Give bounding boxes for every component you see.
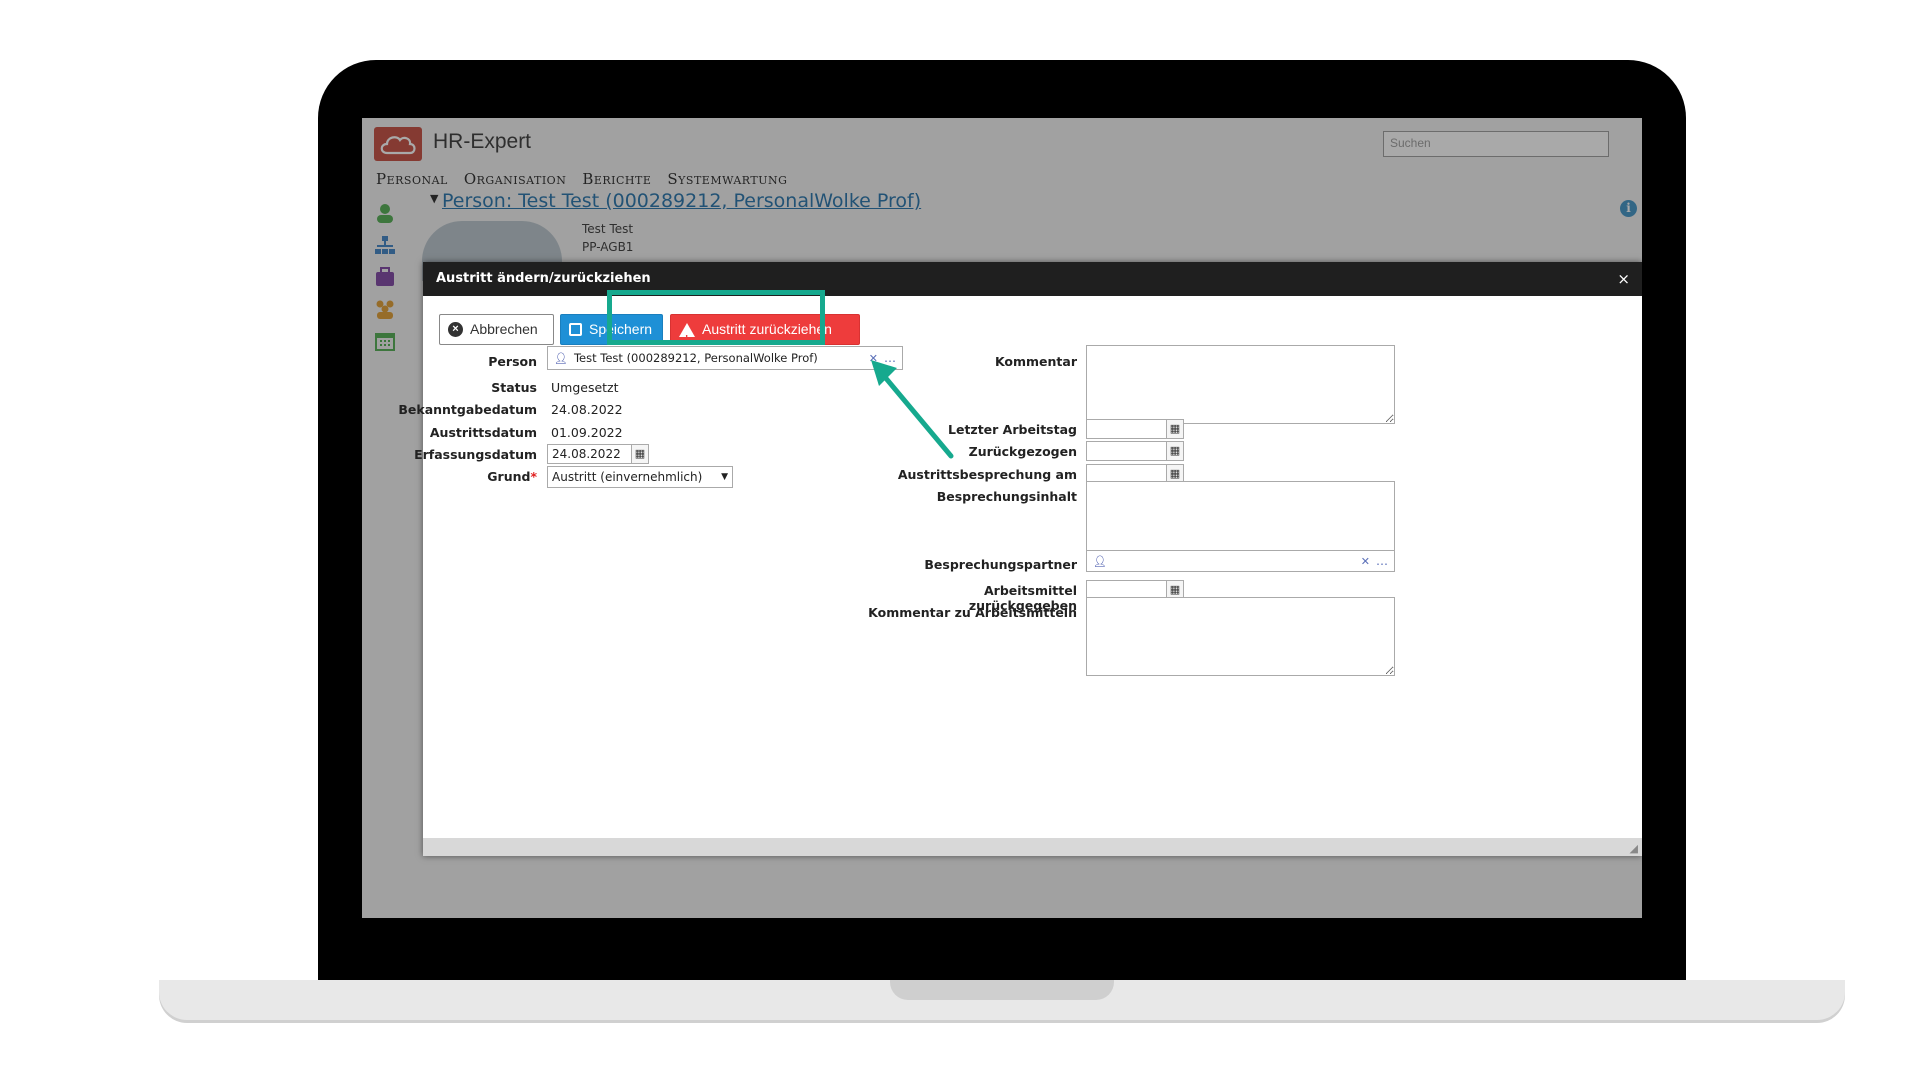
highlight-box <box>607 290 825 345</box>
cancel-button[interactable]: × Abbrechen <box>439 314 554 345</box>
reason-label-text: Grund <box>487 469 531 484</box>
cancel-circle-icon: × <box>448 322 463 337</box>
announce-date-value: 24.08.2022 <box>551 402 623 417</box>
screen: HR-Expert Suchen Personal Organisation B… <box>362 118 1642 918</box>
calendar-icon[interactable]: ▦ <box>632 444 649 464</box>
talk-content-textarea[interactable] <box>1086 481 1395 560</box>
resize-grip-icon[interactable]: ◢ <box>1630 842 1638 855</box>
exit-date-label: Austrittsdatum <box>429 425 537 440</box>
calendar-icon[interactable]: ▦ <box>1167 441 1184 461</box>
talk-content-label: Besprechungsinhalt <box>936 489 1077 504</box>
exit-talk-label: Austrittsbesprechung am <box>897 467 1077 482</box>
cancel-button-label: Abbrechen <box>470 321 538 337</box>
required-asterisk: * <box>530 469 537 484</box>
calendar-icon[interactable]: ▦ <box>1167 419 1184 439</box>
more-icon[interactable]: … <box>1376 554 1388 568</box>
equipment-comment-label: Kommentar zu Arbeitsmitteln <box>868 605 1077 620</box>
dialog-exit-change: Austritt ändern/zurückziehen × × Abbrech… <box>398 262 1642 856</box>
dialog-footer <box>423 838 1642 856</box>
user-icon: 👤︎ <box>1093 554 1107 568</box>
talk-partner-picker[interactable]: 👤︎ ✕ … <box>1086 550 1395 572</box>
floppy-disk-icon <box>569 323 582 336</box>
person-picker[interactable]: 👤︎ Test Test (000289212, PersonalWolke P… <box>547 346 903 370</box>
user-icon: 👤︎ <box>554 351 568 365</box>
reason-select-value: Austritt (einvernehmlich) <box>552 470 703 484</box>
reason-label: Grund* <box>423 469 537 484</box>
status-value: Umgesetzt <box>551 380 619 395</box>
person-picker-value: Test Test (000289212, PersonalWolke Prof… <box>573 351 818 365</box>
laptop-notch <box>890 980 1114 1000</box>
chevron-down-icon: ▼ <box>721 472 728 482</box>
record-date-input[interactable]: 24.08.2022 <box>547 444 632 464</box>
reason-select[interactable]: Austritt (einvernehmlich) ▼ <box>547 466 733 488</box>
announce-date-label: Bekanntgabedatum <box>398 402 537 417</box>
equipment-comment-textarea[interactable] <box>1086 597 1395 676</box>
comment-textarea[interactable] <box>1086 345 1395 424</box>
status-label: Status <box>491 380 537 395</box>
exit-date-value: 01.09.2022 <box>551 425 623 440</box>
withdrawn-input[interactable] <box>1086 441 1167 461</box>
talk-partner-label: Besprechungspartner <box>924 557 1077 572</box>
close-icon[interactable]: × <box>1617 262 1630 296</box>
person-label: Person <box>488 354 537 369</box>
pointer-arrow-icon <box>871 360 954 459</box>
record-date-label: Erfassungsdatum <box>414 447 537 462</box>
last-workday-input[interactable] <box>1086 419 1167 439</box>
dialog-title: Austritt ändern/zurückziehen <box>423 262 1642 296</box>
clear-icon[interactable]: ✕ <box>1361 555 1370 568</box>
